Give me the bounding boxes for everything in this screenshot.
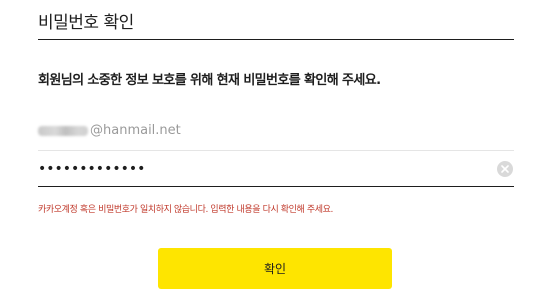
email-domain-text: @hanmail.net (90, 123, 181, 138)
confirm-button[interactable]: 확인 (158, 248, 392, 289)
page-title: 비밀번호 확인 (38, 13, 134, 33)
instruction-text: 회원님의 소중한 정보 보호를 위해 현재 비밀번호를 확인해 주세요. (38, 73, 381, 88)
title-divider (38, 39, 514, 40)
email-field: @hanmail.net (38, 114, 514, 151)
clear-input-button[interactable] (497, 161, 513, 177)
confirm-button-label: 확인 (263, 262, 287, 276)
password-masked-value[interactable]: ••••••••••••• (38, 161, 145, 177)
clear-circle-x-icon (501, 165, 509, 173)
password-field[interactable]: ••••••••••••• (38, 152, 514, 187)
error-message: 카카오계정 혹은 비밀번호가 일치하지 않습니다. 입력한 내용을 다시 확인해… (38, 205, 333, 215)
email-local-part-redacted (38, 126, 88, 136)
password-confirm-page: 비밀번호 확인 회원님의 소중한 정보 보호를 위해 현재 비밀번호를 확인해 … (0, 0, 551, 301)
